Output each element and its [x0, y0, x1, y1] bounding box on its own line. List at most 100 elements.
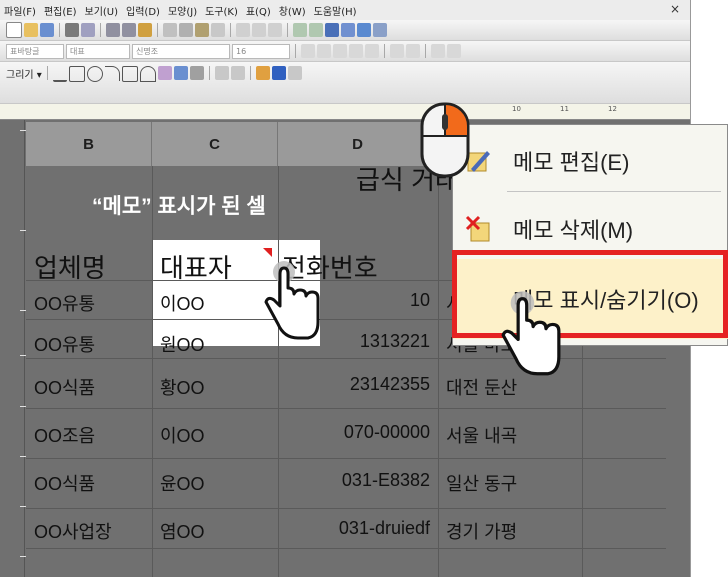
fill-color-icon[interactable] — [255, 66, 270, 80]
copy-icon[interactable] — [179, 23, 193, 37]
table-cell[interactable]: 031-E8382 — [290, 470, 430, 491]
text-color-icon[interactable] — [390, 44, 404, 58]
superscript-icon[interactable] — [349, 44, 363, 58]
undo-icon[interactable] — [106, 23, 120, 37]
preview-icon[interactable] — [81, 23, 95, 37]
delete-memo-icon — [465, 215, 490, 242]
polygon-icon[interactable] — [121, 66, 138, 82]
group-icon[interactable] — [214, 66, 229, 80]
bold-icon[interactable] — [301, 44, 315, 58]
outdent-icon[interactable] — [268, 23, 282, 37]
menu-help[interactable]: 도움말(H) — [310, 3, 361, 18]
find-icon[interactable] — [138, 23, 152, 37]
table-cell[interactable]: OO식품 — [34, 374, 95, 400]
table-cell[interactable]: 일산 동구 — [446, 470, 517, 496]
picture-icon[interactable] — [173, 66, 188, 80]
textbox-icon[interactable] — [189, 66, 204, 80]
redo-icon[interactable] — [122, 23, 136, 37]
underline-icon[interactable] — [333, 44, 347, 58]
grid-line — [152, 166, 153, 577]
table-cell[interactable]: 염OO — [160, 518, 205, 544]
subscript-icon[interactable] — [365, 44, 379, 58]
print-icon[interactable] — [65, 23, 79, 37]
highlight-icon[interactable] — [406, 44, 420, 58]
memo-indicator-marker — [263, 248, 272, 257]
curve-icon[interactable] — [139, 66, 156, 82]
font-lang-select[interactable]: 대표 — [66, 43, 130, 59]
grid-line — [278, 166, 279, 577]
menu-item-delete-memo[interactable]: 메모 삭제(M) — [453, 201, 728, 257]
save-icon[interactable] — [40, 23, 54, 37]
freehand-icon[interactable] — [157, 66, 172, 80]
menu-item-edit-memo[interactable]: 메모 편집(E) — [453, 133, 728, 189]
paste-icon[interactable] — [195, 23, 209, 37]
table-cell[interactable]: 경기 가평 — [446, 518, 517, 544]
toolbar-separator — [46, 66, 48, 80]
indent-icon[interactable] — [252, 23, 266, 37]
table-cell[interactable]: 이OO — [160, 290, 205, 316]
list-icon[interactable] — [431, 44, 445, 58]
ellipse-icon[interactable] — [86, 66, 103, 82]
table-cell[interactable]: OO식품 — [34, 470, 95, 496]
more-tools-icon[interactable] — [373, 23, 387, 37]
menu-view[interactable]: 보기(U) — [81, 3, 123, 18]
table-cell[interactable]: 070-00000 — [290, 422, 430, 443]
open-folder-icon[interactable] — [24, 23, 38, 37]
close-icon[interactable]: × — [670, 2, 680, 16]
numbering-icon[interactable] — [447, 44, 461, 58]
line-style-icon[interactable] — [287, 66, 302, 80]
dictionary-icon[interactable] — [309, 23, 323, 37]
table-cell[interactable]: OO유통 — [34, 290, 95, 316]
table-cell[interactable]: 원OO — [160, 331, 205, 357]
rectangle-icon[interactable] — [68, 66, 85, 82]
menu-file[interactable]: 파일(F) — [0, 3, 40, 18]
image-icon[interactable] — [325, 23, 339, 37]
grid-line — [26, 508, 666, 509]
table-cell[interactable]: 황OO — [160, 374, 205, 400]
menu-table[interactable]: 표(Q) — [242, 3, 275, 18]
ruler-tick — [20, 355, 26, 356]
italic-icon[interactable] — [317, 44, 331, 58]
line-color-icon[interactable] — [271, 66, 286, 80]
font-size-select[interactable]: 16 — [232, 43, 290, 59]
header-company[interactable]: 업체명 — [34, 248, 106, 285]
chart-icon[interactable] — [357, 23, 371, 37]
menu-tools[interactable]: 도구(K) — [201, 3, 242, 18]
ruler-tick — [20, 456, 26, 457]
table-cell[interactable]: 23142355 — [290, 374, 430, 395]
table-cell[interactable]: OO유통 — [34, 331, 95, 357]
drawing-toolbar: 그리기 ▾ — [0, 62, 690, 104]
table-cell[interactable]: 윤OO — [160, 470, 205, 496]
cut-icon[interactable] — [163, 23, 177, 37]
menu-window[interactable]: 창(W) — [275, 3, 310, 18]
table-icon[interactable] — [341, 23, 355, 37]
font-select[interactable]: 신명조 — [132, 43, 230, 59]
arc-icon[interactable] — [104, 66, 120, 81]
table-cell[interactable]: 031-druiedf — [290, 518, 430, 539]
table-cell[interactable]: OO조음 — [34, 422, 95, 448]
new-document-icon[interactable] — [6, 22, 22, 38]
menu-format[interactable]: 모양(J) — [164, 3, 201, 18]
highlight-frame — [452, 250, 728, 338]
column-header-b[interactable]: B — [26, 122, 152, 166]
ungroup-icon[interactable] — [230, 66, 245, 80]
format-painter-icon[interactable] — [211, 23, 225, 37]
vertical-ruler — [0, 120, 26, 577]
standard-toolbar — [0, 20, 690, 41]
align-icon[interactable] — [236, 23, 250, 37]
line-icon[interactable] — [52, 66, 67, 82]
column-header-c[interactable]: C — [152, 122, 278, 166]
table-cell[interactable]: 이OO — [160, 422, 205, 448]
table-cell[interactable]: 서울 내곡 — [446, 422, 517, 448]
table-cell[interactable]: OO사업장 — [34, 518, 112, 544]
toolbar-separator — [249, 66, 251, 80]
ruler-tick — [20, 506, 26, 507]
style-select[interactable]: 표바탕글 — [6, 43, 64, 59]
header-representative[interactable]: 대표자 — [160, 248, 232, 285]
menu-bar: 파일(F) 편집(E) 보기(U) 입력(D) 모양(J) 도구(K) 표(Q)… — [0, 0, 690, 20]
spellcheck-icon[interactable] — [293, 23, 307, 37]
grid-line — [26, 458, 666, 459]
menu-insert[interactable]: 입력(D) — [122, 3, 164, 18]
menu-edit[interactable]: 편집(E) — [40, 3, 81, 18]
ruler-tick — [20, 556, 26, 557]
